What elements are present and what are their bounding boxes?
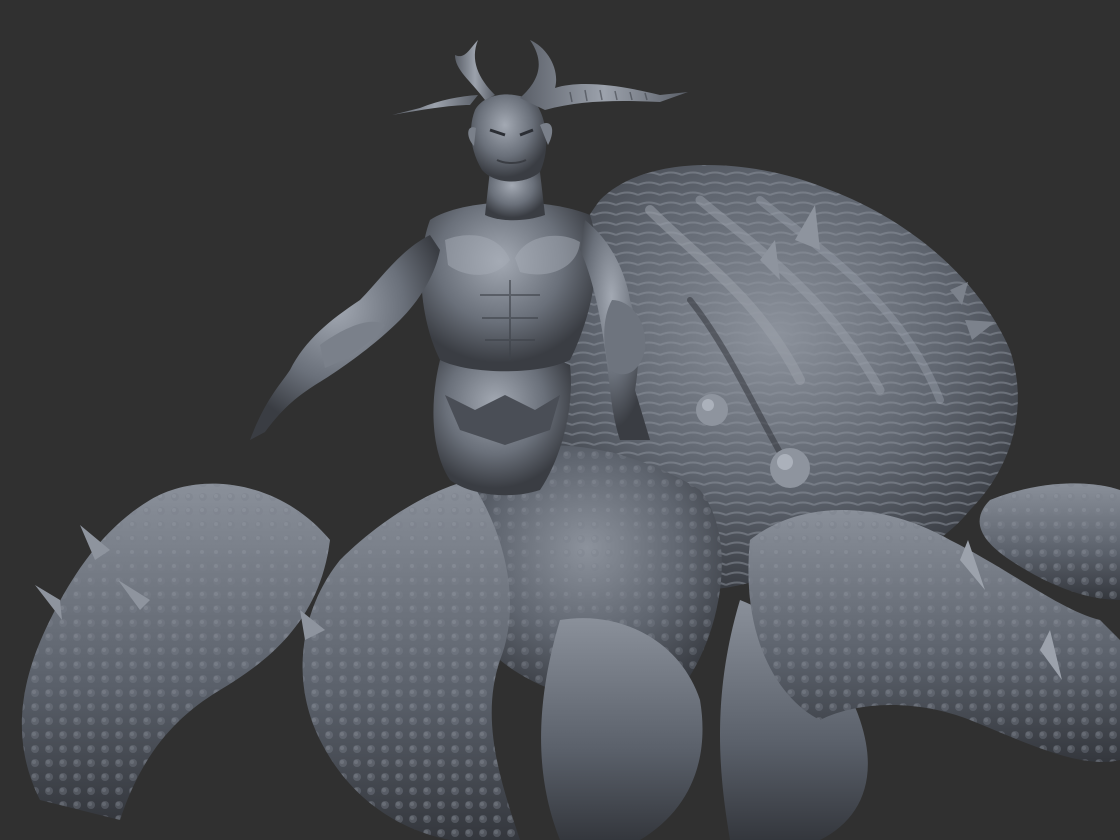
sculpt-render [21,40,1120,840]
sculpt-viewport[interactable] [0,0,1120,840]
